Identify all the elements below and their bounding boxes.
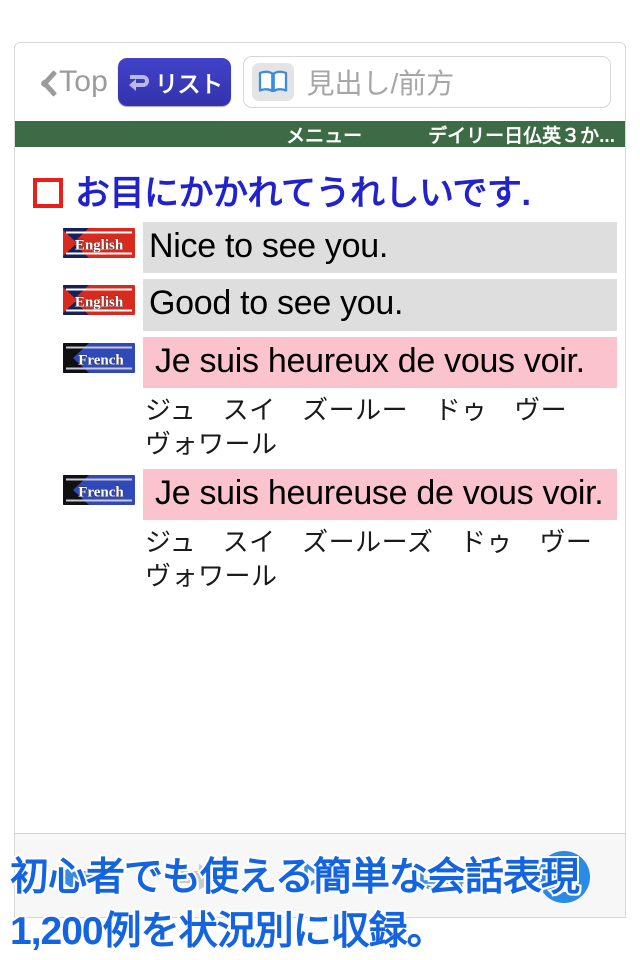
translation-row: French Je suis heureuse de vous voir. <box>15 468 625 521</box>
english-flag-badge-icon: English <box>63 228 135 258</box>
bottom-toolbar: ? <box>15 833 625 917</box>
search-placeholder-text: 見出し/前方 <box>306 68 455 99</box>
french-flag-badge-icon: French <box>63 474 135 505</box>
back-to-top-button[interactable]: Top <box>31 65 108 99</box>
french-flag-badge-icon: French <box>63 342 135 373</box>
toolbar-history-button[interactable] <box>381 834 503 917</box>
translation-row: English Good to see you. <box>15 279 625 331</box>
list-button[interactable]: リスト <box>117 58 232 106</box>
toolbar-bookmark-button[interactable] <box>259 834 381 917</box>
book-icon[interactable] <box>252 63 295 101</box>
svg-text:English: English <box>75 295 124 311</box>
list-button-label: リスト <box>154 71 223 97</box>
bookmark-icon <box>298 860 342 894</box>
entry-content: お目にかかれてうれしいです. English Nice to see you. <box>15 147 625 833</box>
translation-text: Je suis heureuse de vous voir. <box>143 468 617 521</box>
return-arrow-icon <box>127 69 153 95</box>
help-icon: ? <box>536 849 592 905</box>
back-button-label: Top <box>59 65 108 98</box>
forward-arrow-icon <box>175 860 221 894</box>
chevron-left-icon <box>31 65 53 99</box>
menu-button[interactable]: メニュー <box>286 121 362 148</box>
svg-text:French: French <box>78 484 124 500</box>
search-input[interactable]: 見出し/前方 <box>243 56 611 108</box>
back-arrow-icon <box>53 860 99 894</box>
toolbar-forward-button[interactable] <box>137 834 259 917</box>
navigation-bar: Top リスト 見出し/前方 <box>15 43 625 121</box>
translation-text: Je suis heureux de vous voir. <box>143 336 617 389</box>
translation-text: Nice to see you. <box>143 222 617 274</box>
svg-text:French: French <box>78 352 124 368</box>
translation-row: French Je suis heureux de vous voir. <box>15 336 625 389</box>
headword-row: お目にかかれてうれしいです. <box>15 147 625 222</box>
svg-text:?: ? <box>552 857 576 901</box>
dictionary-name-label: デイリー日仏英３か... <box>428 125 615 147</box>
menu-bar: メニュー デイリー日仏英３か... <box>15 121 625 147</box>
translation-row: English Nice to see you. <box>15 222 625 274</box>
translation-text: Good to see you. <box>143 279 617 331</box>
history-icon <box>417 860 467 894</box>
svg-text:English: English <box>75 238 124 254</box>
app-card: Top リスト 見出し/前方 メニュー デイリー日仏英３か... お目にかかれて… <box>14 42 626 918</box>
app-root: { "navbar": { "back_label": "Top", "list… <box>0 0 640 960</box>
page-title: お目にかかれてうれしいです. <box>75 174 531 213</box>
pronunciation-text: ジュ スイ ズールー ドゥ ヴー ヴォワール <box>145 395 594 459</box>
pronunciation-text: ジュ スイ ズールーズ ドゥ ヴー ヴォワール <box>145 527 619 591</box>
english-flag-badge-icon: English <box>63 285 135 316</box>
toolbar-back-button[interactable] <box>15 834 137 917</box>
square-bullet-icon <box>33 177 63 208</box>
toolbar-help-button[interactable]: ? <box>503 834 625 917</box>
